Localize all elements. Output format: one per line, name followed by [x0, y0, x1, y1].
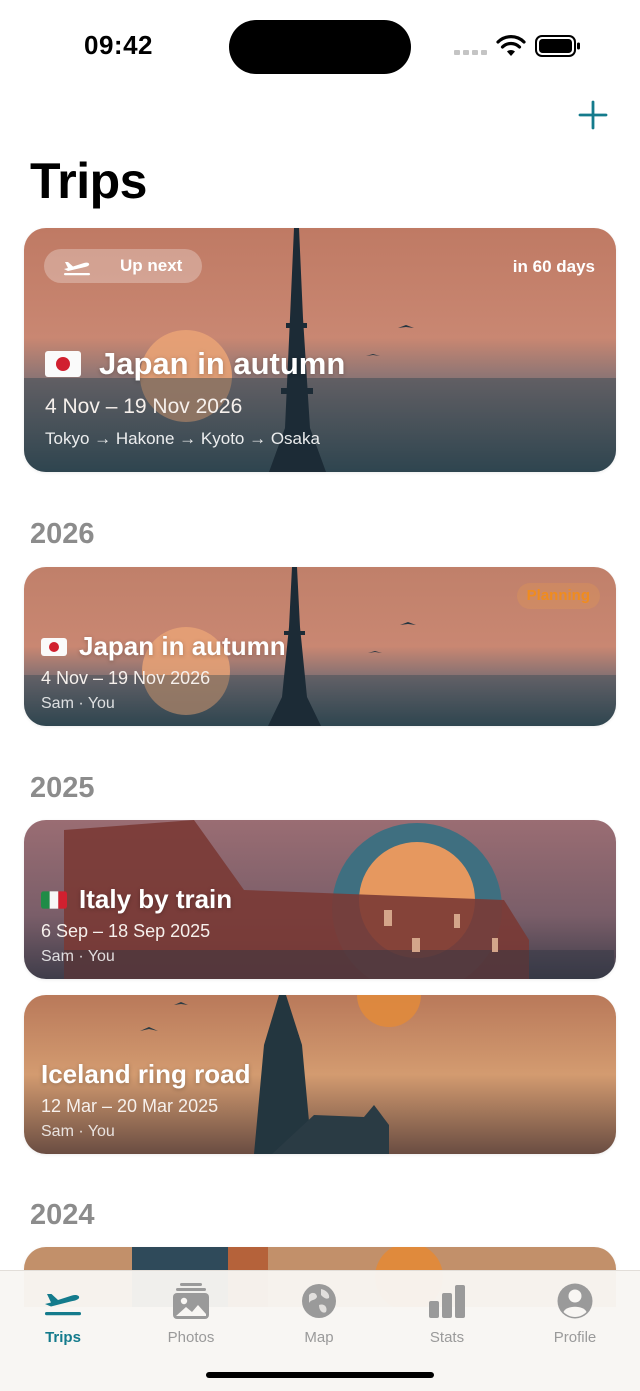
trip-info: Italy by train 6 Sep – 18 Sep 2025 Sam ·…	[41, 884, 232, 966]
bar-chart-icon	[429, 1285, 465, 1318]
battery-icon	[535, 35, 580, 57]
planning-status-badge: Planning	[516, 583, 600, 609]
featured-trip-title: Japan in autumn	[99, 346, 346, 381]
plus-icon	[578, 100, 608, 130]
tab-stats[interactable]: Stats	[392, 1281, 502, 1346]
airplane-takeoff-icon	[64, 262, 90, 276]
person-icon	[557, 1283, 593, 1319]
trip-dates: 4 Nov – 19 Nov 2026	[41, 668, 211, 688]
trip-title: Japan in autumn	[79, 631, 286, 661]
trip-dates: 6 Sep – 18 Sep 2025	[41, 921, 211, 941]
page-title: Trips	[30, 153, 147, 209]
trip-card-iceland[interactable]: Iceland ring road 12 Mar – 20 Mar 2025 S…	[24, 995, 616, 1154]
year-header-2026: 2026	[30, 518, 95, 550]
tab-map[interactable]: Map	[264, 1281, 374, 1346]
trip-title-row: Japan in autumn	[41, 631, 286, 662]
trip-title-row: Italy by train	[41, 884, 232, 915]
trip-info: Iceland ring road 12 Mar – 20 Mar 2025 S…	[41, 1059, 251, 1141]
year-header-2024: 2024	[30, 1199, 95, 1231]
tab-label: Stats	[429, 1329, 465, 1346]
tab-profile[interactable]: Profile	[520, 1281, 630, 1346]
trip-travelers: Sam · You	[41, 1123, 115, 1140]
featured-trip-route: Tokyo → Hakone → Kyoto → Osaka	[45, 429, 320, 448]
globe-icon	[302, 1284, 336, 1318]
status-time: 09:42	[84, 30, 153, 60]
featured-trip-card[interactable]: Up next in 60 days Japan in autumn 4 Nov…	[24, 228, 616, 472]
home-indicator[interactable]	[206, 1372, 434, 1378]
airplane-icon	[45, 1294, 81, 1316]
trip-travelers: Sam · You	[41, 948, 115, 965]
trip-card-japan-2026[interactable]: Planning Japan in autumn 4 Nov – 19 Nov …	[24, 567, 616, 726]
trip-card-italy[interactable]: Italy by train 6 Sep – 18 Sep 2025 Sam ·…	[24, 820, 616, 979]
status-bar: 09:42	[0, 0, 640, 92]
cellular-signal-icon	[454, 50, 487, 55]
japan-flag-icon	[41, 637, 67, 656]
trip-travelers: Sam · You	[41, 695, 115, 712]
italy-flag-icon	[41, 890, 67, 909]
tab-label: Trips	[45, 1329, 81, 1346]
trip-info: Japan in autumn 4 Nov – 19 Nov 2026 Sam …	[41, 631, 286, 713]
featured-trip-info: Japan in autumn 4 Nov – 19 Nov 2026 Toky…	[45, 346, 345, 449]
trip-countdown: in 60 days	[512, 257, 595, 276]
tab-label: Map	[304, 1329, 334, 1346]
tab-label: Photos	[167, 1329, 215, 1346]
featured-trip-dates: 4 Nov – 19 Nov 2026	[45, 395, 243, 418]
trip-title: Italy by train	[79, 884, 233, 914]
tab-label: Profile	[553, 1329, 597, 1346]
add-trip-button[interactable]	[576, 98, 610, 132]
featured-trip-title-row: Japan in autumn	[45, 346, 345, 382]
trip-title: Iceland ring road	[41, 1059, 251, 1089]
japan-flag-icon	[45, 351, 81, 377]
tab-trips[interactable]: Trips	[8, 1281, 118, 1346]
dynamic-island	[229, 20, 411, 74]
trip-dates: 12 Mar – 20 Mar 2025	[41, 1096, 219, 1116]
up-next-label: Up next	[120, 256, 183, 275]
tab-photos[interactable]: Photos	[136, 1281, 246, 1346]
year-header-2025: 2025	[30, 772, 95, 804]
photos-icon	[173, 1283, 209, 1319]
up-next-badge: Up next	[44, 249, 202, 283]
wifi-icon	[496, 35, 526, 56]
